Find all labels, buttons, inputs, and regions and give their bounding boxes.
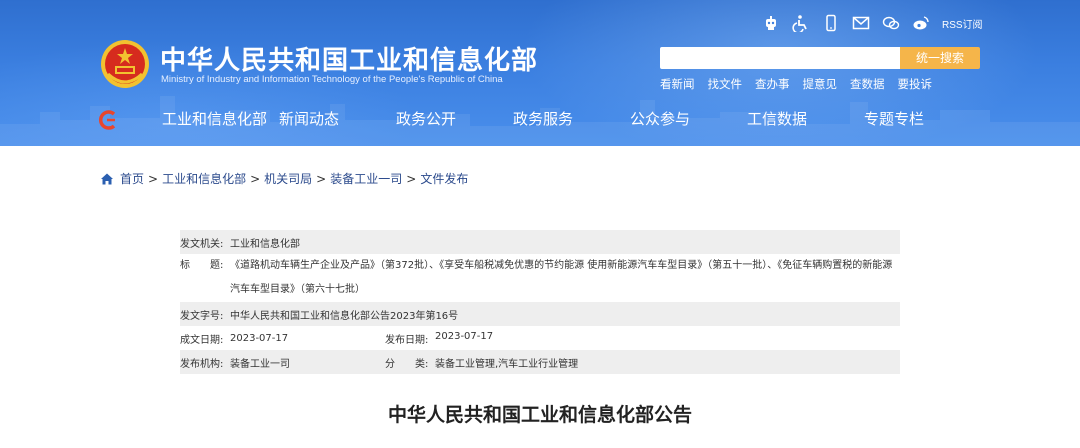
category-label: 分 类: (385, 358, 429, 370)
breadcrumb-separator: > (148, 171, 159, 186)
home-icon[interactable] (100, 172, 114, 186)
site-title[interactable]: 中华人民共和国工业和信息化部 (160, 40, 538, 77)
nav-item-gov-services[interactable]: 政务服务 (501, 108, 618, 129)
nav-item-public[interactable]: 公众参与 (618, 108, 735, 129)
breadcrumb: 首页 > 工业和信息化部 > 机关司局 > 装备工业一司 > 文件发布 (100, 170, 468, 187)
publish-date-group: 发布日期: 2023-07-17 (385, 331, 493, 346)
weibo-icon[interactable] (910, 12, 932, 34)
doc-number-label: 发文字号: (180, 310, 224, 322)
quick-link-services[interactable]: 查办事 (755, 76, 790, 92)
search-button[interactable]: 统一搜索 (900, 47, 980, 69)
category-group: 分 类: 装备工业管理,汽车工业行业管理 (385, 355, 578, 370)
issuer-label: 发文机关: (180, 238, 224, 250)
quick-link-files[interactable]: 找文件 (708, 76, 743, 92)
main-nav: 工业和信息化部 新闻动态 政务公开 政务服务 公众参与 工信数据 专题专栏 (150, 108, 969, 129)
nav-item-gov-affairs[interactable]: 政务公开 (384, 108, 501, 129)
accessibility-icon[interactable] (790, 12, 812, 34)
issuer-value: 工业和信息化部 (230, 238, 300, 250)
info-row-dates: 成文日期: 2023-07-17 发布日期: 2023-07-17 (180, 326, 900, 350)
breadcrumb-ministry[interactable]: 工业和信息化部 (162, 170, 246, 187)
robot-icon[interactable] (760, 12, 782, 34)
quick-links: 看新闻 找文件 查办事 提意见 查数据 要投诉 (660, 76, 945, 92)
written-date-value: 2023-07-17 (230, 332, 289, 344)
quick-link-data[interactable]: 查数据 (850, 76, 885, 92)
info-row-org: 发布机构: 装备工业一司 分 类: 装备工业管理,汽车工业行业管理 (180, 350, 900, 374)
org-label: 发布机构: (180, 358, 224, 370)
nav-item-topics[interactable]: 专题专栏 (852, 108, 969, 129)
written-date-label: 成文日期: (180, 334, 224, 346)
document-info-table: 发文机关: 工业和信息化部 标 题: 《道路机动车辆生产企业及产品》（第372批… (180, 230, 900, 374)
breadcrumb-home[interactable]: 首页 (120, 170, 144, 187)
publish-date-label: 发布日期: (385, 334, 429, 346)
quick-link-complaint[interactable]: 要投诉 (898, 76, 933, 92)
doc-number-value: 中华人民共和国工业和信息化部公告2023年第16号 (230, 310, 459, 322)
top-icon-bar: RSS订阅 (760, 12, 983, 34)
org-value: 装备工业一司 (230, 358, 290, 370)
search-input[interactable] (660, 47, 900, 69)
nav-item-news[interactable]: 新闻动态 (267, 108, 384, 129)
info-row-title: 标 题: 《道路机动车辆生产企业及产品》（第372批）、《享受车船税减免优惠的节… (180, 254, 900, 302)
breadcrumb-departments[interactable]: 机关司局 (264, 170, 312, 187)
info-row-issuer: 发文机关: 工业和信息化部 (180, 230, 900, 254)
mail-icon[interactable] (850, 12, 872, 34)
title-label: 标 题: (180, 260, 224, 271)
info-row-doc-number: 发文字号: 中华人民共和国工业和信息化部公告2023年第16号 (180, 302, 900, 326)
document-title: 中华人民共和国工业和信息化部公告 (387, 404, 692, 426)
category-value: 装备工业管理,汽车工业行业管理 (435, 358, 579, 370)
national-emblem-icon (101, 40, 149, 88)
site-subtitle: Ministry of Industry and Information Tec… (161, 74, 503, 85)
quick-link-news[interactable]: 看新闻 (660, 76, 695, 92)
mobile-icon[interactable] (820, 12, 842, 34)
wechat-icon[interactable] (880, 12, 902, 34)
breadcrumb-equipment-dept[interactable]: 装备工业一司 (330, 170, 402, 187)
miit-logo-icon[interactable] (98, 110, 118, 130)
nav-item-data[interactable]: 工信数据 (735, 108, 852, 129)
rss-link[interactable]: RSS订阅 (942, 16, 983, 31)
breadcrumb-file-release[interactable]: 文件发布 (420, 170, 468, 187)
title-value: 《道路机动车辆生产企业及产品》（第372批）、《享受车船税减免优惠的节约能源 使… (230, 260, 893, 295)
publish-date-value: 2023-07-17 (435, 330, 494, 342)
quick-link-feedback[interactable]: 提意见 (803, 76, 838, 92)
breadcrumb-separator: > (250, 171, 261, 186)
breadcrumb-separator: > (406, 171, 417, 186)
site-header: 中华人民共和国工业和信息化部 Ministry of Industry and … (0, 0, 1080, 146)
breadcrumb-separator: > (316, 171, 327, 186)
nav-item-home[interactable]: 工业和信息化部 (150, 108, 267, 129)
